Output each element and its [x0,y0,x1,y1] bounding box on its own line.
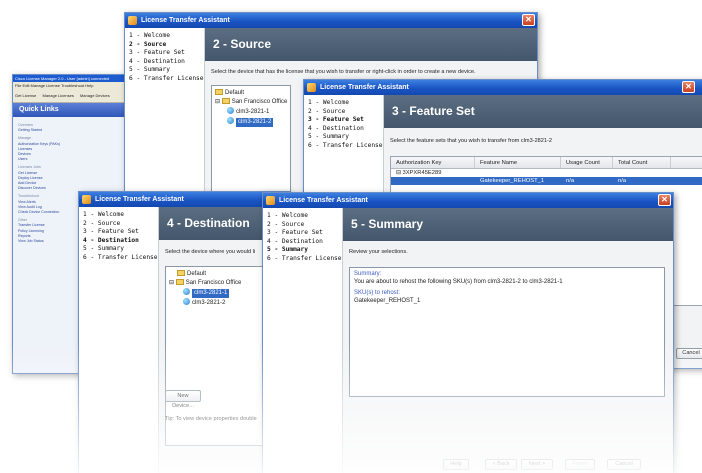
column-header[interactable]: Feature Name [475,157,561,168]
sku-value: Gatekeeper_REHOST_1 [354,297,421,304]
summary-label: Summary: [354,271,382,277]
next-button[interactable]: Next > [521,459,553,470]
step-heading: 5 - Summary [343,208,673,241]
cancel-button[interactable]: Cancel [607,459,641,470]
wizard-icon [128,16,137,25]
summary-text: You are about to rehost the following SK… [354,278,563,285]
device-icon [227,107,234,114]
tree-node[interactable]: ⊟ San Francisco Office [215,98,287,107]
step-heading: 2 - Source [205,28,537,61]
tip-text: Tip: To view device properties double [165,416,257,422]
total-count-cell: n/a [618,178,627,184]
wizard-icon [266,196,275,205]
tree-node[interactable]: ⊟ San Francisco Office [169,279,271,288]
step-item: 5 - Summary [267,246,308,254]
cancel-button[interactable]: Cancel [676,348,702,359]
tree-node[interactable]: Default [215,89,287,98]
table-group-row[interactable]: ⊟ 3XPXR45E289 [391,169,702,177]
tree-node[interactable]: Default [169,270,271,279]
summary-body: Review your selections. Summary: You are… [343,241,673,473]
tree-node[interactable]: clm3-2821-1 [215,107,287,117]
summary-window: License Transfer Assistant ✕ 1 - Welcome… [262,192,674,473]
usage-count-cell: n/a [566,178,575,184]
column-header[interactable]: Total Count [613,157,671,168]
window-title: License Transfer Assistant [320,84,409,91]
tree-node-selected[interactable]: clm3-2821-1 [169,288,271,298]
step-item: 3 - Feature Set [129,49,185,57]
destination-window: License Transfer Assistant 1 - Welcome 2… [78,191,290,473]
step-list: 1 - Welcome 2 - Source 3 - Feature Set 4… [125,28,205,216]
window-title: License Transfer Assistant [95,196,184,203]
help-button[interactable]: Help [443,459,469,470]
device-tree[interactable]: Default ⊟ San Francisco Office clm3-2821… [211,85,291,205]
step-list: 1 - Welcome 2 - Source 3 - Feature Set 4… [79,207,159,473]
step-item: 1 - Welcome [267,212,308,219]
column-header[interactable]: Authorization Key [391,157,475,168]
tree-node[interactable]: clm3-2821-2 [169,298,271,308]
step-item: 2 - Source [267,220,305,228]
step-item: 2 - Source [308,107,346,115]
step-item: 6 - Transfer License [267,254,342,262]
step-item: 6 - Transfer License [308,141,383,149]
device-icon [227,117,234,124]
folder-icon [175,279,184,285]
finish-button[interactable]: Finish [565,459,595,470]
get-license-button[interactable]: Get License [15,93,36,98]
folder-icon [221,98,230,104]
step-heading: 3 - Feature Set [384,95,702,128]
wizard-icon [82,195,91,204]
close-icon[interactable]: ✕ [682,81,695,93]
instruction-text: Select the device that has the license t… [211,69,476,75]
step-item: 2 - Source [83,219,121,227]
step-item: 3 - Feature Set [83,228,139,236]
step-item: 1 - Welcome [129,32,170,39]
table-header: Authorization Key Feature Name Usage Cou… [391,157,702,169]
feature-set-titlebar[interactable]: License Transfer Assistant ✕ [304,80,702,95]
window-title: License Transfer Assistant [141,17,230,24]
back-button[interactable]: < Back [485,459,517,470]
tree-node-selected[interactable]: clm3-2821-2 [215,117,287,127]
step-item: 2 - Source [129,40,167,48]
folder-icon [215,89,223,95]
feature-name-cell: Gatekeeper_REHOST_1 [480,178,545,184]
step-item: 1 - Welcome [308,99,349,106]
summary-titlebar[interactable]: License Transfer Assistant ✕ [263,193,673,208]
device-icon [183,288,190,295]
window-title: License Transfer Assistant [279,197,368,204]
step-list: 1 - Welcome 2 - Source 3 - Feature Set 4… [263,208,343,473]
step-item: 1 - Welcome [83,211,124,218]
source-titlebar[interactable]: License Transfer Assistant ✕ [125,13,537,28]
step-item: 5 - Summary [129,66,170,74]
instruction-text: Select the feature sets that you wish to… [390,138,552,144]
destination-titlebar[interactable]: License Transfer Assistant [79,192,289,207]
group-key: ⊟ 3XPXR45E289 [396,170,442,176]
step-item: 6 - Transfer License [83,253,158,261]
close-icon[interactable]: ✕ [522,14,535,26]
step-item: 3 - Feature Set [308,116,364,124]
step-item: 6 - Transfer License [129,74,204,82]
table-row-selected[interactable]: Gatekeeper_REHOST_1 n/a n/a [391,177,702,185]
step-item: 5 - Summary [308,133,349,141]
instruction-text: Review your selections. [349,249,408,255]
sku-label: SKU(s) to rehost: [354,290,401,296]
step-item: 4 - Destination [308,124,364,132]
step-item: 5 - Summary [83,245,124,253]
column-header[interactable]: Usage Count [561,157,613,168]
device-icon [183,298,190,305]
manage-licenses-button[interactable]: Manage Licenses [42,93,73,98]
step-item: 3 - Feature Set [267,229,323,237]
folder-icon [177,270,185,276]
step-item: 4 - Destination [267,237,323,245]
manage-devices-button[interactable]: Manage Devices [80,93,110,98]
summary-textbox[interactable]: Summary: You are about to rehost the fol… [349,267,665,397]
step-item: 4 - Destination [129,57,185,65]
step-item: 4 - Destination [83,236,139,244]
close-icon[interactable]: ✕ [658,194,671,206]
new-device-button[interactable]: New Device... [165,390,201,409]
wizard-icon [307,83,316,92]
